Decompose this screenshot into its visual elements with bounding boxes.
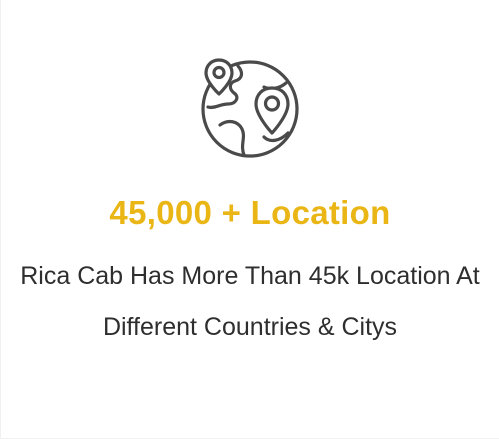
- stat-description: Rica Cab Has More Than 45k Location At D…: [20, 262, 480, 341]
- location-stat-card: 45,000 + Location Rica Cab Has More Than…: [0, 0, 499, 439]
- stat-title: 45,000 + Location: [109, 194, 391, 231]
- globe-location-pins-icon: [198, 57, 302, 161]
